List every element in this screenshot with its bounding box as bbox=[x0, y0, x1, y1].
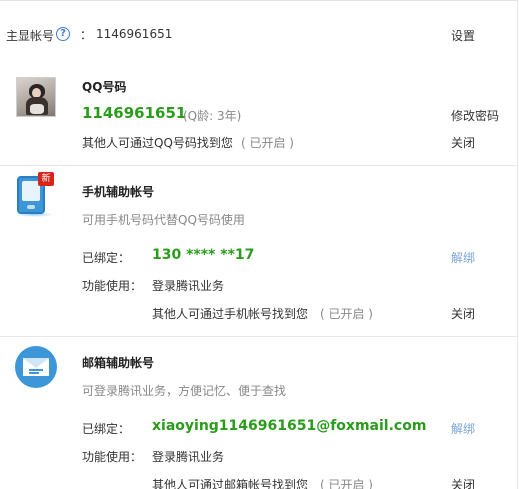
avatar bbox=[16, 77, 56, 117]
phone-bound-value: 130 **** **17 bbox=[152, 247, 255, 263]
email-unbind-link[interactable]: 解绑 bbox=[451, 420, 475, 437]
primary-account-colon: ： bbox=[80, 28, 93, 42]
qq-close-link[interactable]: 关闭 bbox=[451, 134, 475, 151]
qq-number: 1146961651 bbox=[82, 104, 187, 122]
phone-bound-label: 已绑定： bbox=[82, 251, 131, 265]
email-close-link[interactable]: 关闭 bbox=[451, 476, 475, 489]
phone-unbind-link[interactable]: 解绑 bbox=[451, 249, 475, 266]
section-divider bbox=[0, 336, 517, 337]
phone-section-title: 手机辅助帐号 bbox=[82, 185, 155, 199]
settings-link[interactable]: 设置 bbox=[451, 27, 475, 44]
email-bound-label: 已绑定： bbox=[82, 422, 131, 436]
change-password-link[interactable]: 修改密码 bbox=[451, 107, 499, 124]
primary-account-label: 主显帐号 bbox=[6, 29, 55, 43]
email-feature-value: 登录腾讯业务 bbox=[152, 450, 225, 464]
phone-feature-value: 登录腾讯业务 bbox=[152, 279, 225, 293]
email-findable-status: ( 已开启 ) bbox=[320, 478, 373, 489]
phone-close-link[interactable]: 关闭 bbox=[451, 305, 475, 322]
email-findable-text: 其他人可通过邮箱帐号找到您 bbox=[152, 478, 309, 489]
envelope-icon bbox=[14, 345, 58, 389]
question-circle-icon[interactable]: ? bbox=[56, 27, 70, 41]
phone-section-description: 可用手机号码代替QQ号码使用 bbox=[82, 213, 245, 227]
phone-findable-text: 其他人可通过手机帐号找到您 bbox=[152, 307, 309, 321]
primary-account-value: 1146961651 bbox=[96, 27, 173, 41]
account-settings-panel: 主显帐号 ? ： 1146961651 设置 QQ号码 1146961651 (… bbox=[0, 0, 519, 489]
qq-findable-status: ( 已开启 ) bbox=[241, 136, 294, 150]
phone-findable-status: ( 已开启 ) bbox=[320, 307, 373, 321]
right-border bbox=[517, 0, 518, 489]
email-feature-label: 功能使用： bbox=[82, 450, 143, 464]
phone-feature-label: 功能使用： bbox=[82, 279, 143, 293]
qq-age: (Q龄: 3年) bbox=[183, 109, 242, 123]
email-section-title: 邮箱辅助帐号 bbox=[82, 356, 155, 370]
section-divider bbox=[0, 165, 517, 166]
qq-findable-text: 其他人可通过QQ号码找到您 bbox=[82, 136, 233, 150]
email-bound-value: xiaoying1146961651@foxmail.com bbox=[152, 418, 427, 434]
mobile-phone-icon: 新 bbox=[14, 172, 54, 218]
email-section-description: 可登录腾讯业务，方便记忆、便于查找 bbox=[82, 384, 287, 398]
new-badge: 新 bbox=[38, 172, 54, 186]
top-border bbox=[0, 0, 517, 1]
qq-section-title: QQ号码 bbox=[82, 80, 127, 94]
